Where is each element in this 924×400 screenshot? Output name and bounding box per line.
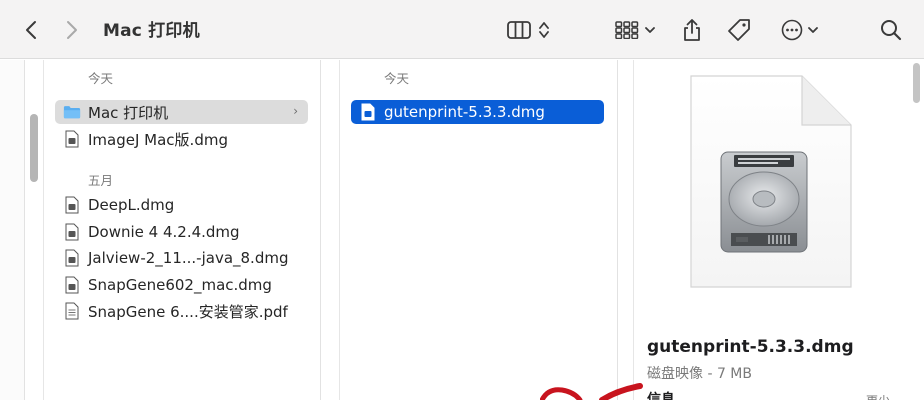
list-item-label: Mac 打印机 <box>88 103 169 122</box>
folder-icon <box>63 102 81 122</box>
show-less-link[interactable]: 更少 <box>866 392 890 400</box>
preview-file-meta: 磁盘映像 - 7 MB <box>647 366 752 382</box>
list-item-label: SnapGene 6....安装管家.pdf <box>88 302 288 321</box>
disk-image-preview-icon <box>690 75 852 288</box>
share-button[interactable] <box>680 0 704 59</box>
columns-view-icon <box>507 20 531 39</box>
chevron-down-icon <box>807 26 818 33</box>
chevron-right-icon <box>67 20 77 39</box>
chevron-right-icon: › <box>293 104 298 118</box>
list-item[interactable]: Jalview-2_11...-java_8.dmg <box>63 246 288 270</box>
list-item-label: DeepL.dmg <box>88 196 175 214</box>
chevron-left-icon <box>26 20 36 39</box>
list-item-gutenprint-dmg[interactable]: gutenprint-5.3.3.dmg <box>351 100 604 124</box>
sidebar-edge <box>0 60 25 400</box>
preview-file-name: gutenprint-5.3.3.dmg <box>647 337 854 357</box>
dmg-file-icon <box>63 275 81 295</box>
list-item-label: gutenprint-5.3.3.dmg <box>384 103 545 121</box>
list-item-folder-mac-printer[interactable]: Mac 打印机 › <box>55 100 308 124</box>
annotation-mark <box>540 383 643 400</box>
list-item[interactable]: SnapGene602_mac.dmg <box>63 273 272 297</box>
chevron-down-icon <box>645 26 655 33</box>
pdf-file-icon <box>63 301 81 321</box>
forward-button[interactable] <box>59 0 85 59</box>
dmg-file-icon <box>359 102 377 122</box>
more-actions-button[interactable] <box>776 0 822 59</box>
list-item-label: SnapGene602_mac.dmg <box>88 276 272 294</box>
group-button[interactable] <box>612 0 658 59</box>
more-icon <box>781 19 802 40</box>
search-icon <box>881 19 902 40</box>
list-item[interactable]: Downie 4 4.2.4.dmg <box>63 220 240 244</box>
list-item-label: Downie 4 4.2.4.dmg <box>88 223 240 241</box>
dmg-file-icon <box>63 222 81 242</box>
up-down-chevron-icon <box>539 21 549 38</box>
list-item[interactable]: DeepL.dmg <box>63 193 174 217</box>
preview-scrollbar[interactable] <box>913 63 920 103</box>
tag-icon <box>728 18 750 41</box>
list-item[interactable]: SnapGene 6....安装管家.pdf <box>63 299 288 323</box>
section-header-today: 今天 <box>384 71 410 86</box>
section-header-may: 五月 <box>88 173 114 188</box>
search-button[interactable] <box>878 0 904 59</box>
back-button[interactable] <box>18 0 44 59</box>
window-title: Mac 打印机 <box>103 21 200 41</box>
list-item[interactable]: ImageJ Mac版.dmg <box>63 127 228 151</box>
list-item-label: ImageJ Mac版.dmg <box>88 130 228 149</box>
dmg-file-icon <box>63 195 81 215</box>
grid-group-icon <box>615 20 639 39</box>
toolbar: Mac 打印机 <box>0 0 924 59</box>
share-icon <box>684 18 700 41</box>
tag-button[interactable] <box>725 0 753 59</box>
list-item-label: Jalview-2_11...-java_8.dmg <box>88 249 289 267</box>
dmg-file-icon <box>63 129 81 149</box>
view-mode-button[interactable] <box>500 0 556 59</box>
dmg-file-icon <box>63 248 81 268</box>
vertical-scrollbar[interactable] <box>30 114 38 182</box>
info-heading: 信息 <box>647 392 675 400</box>
section-header-today: 今天 <box>88 71 114 86</box>
